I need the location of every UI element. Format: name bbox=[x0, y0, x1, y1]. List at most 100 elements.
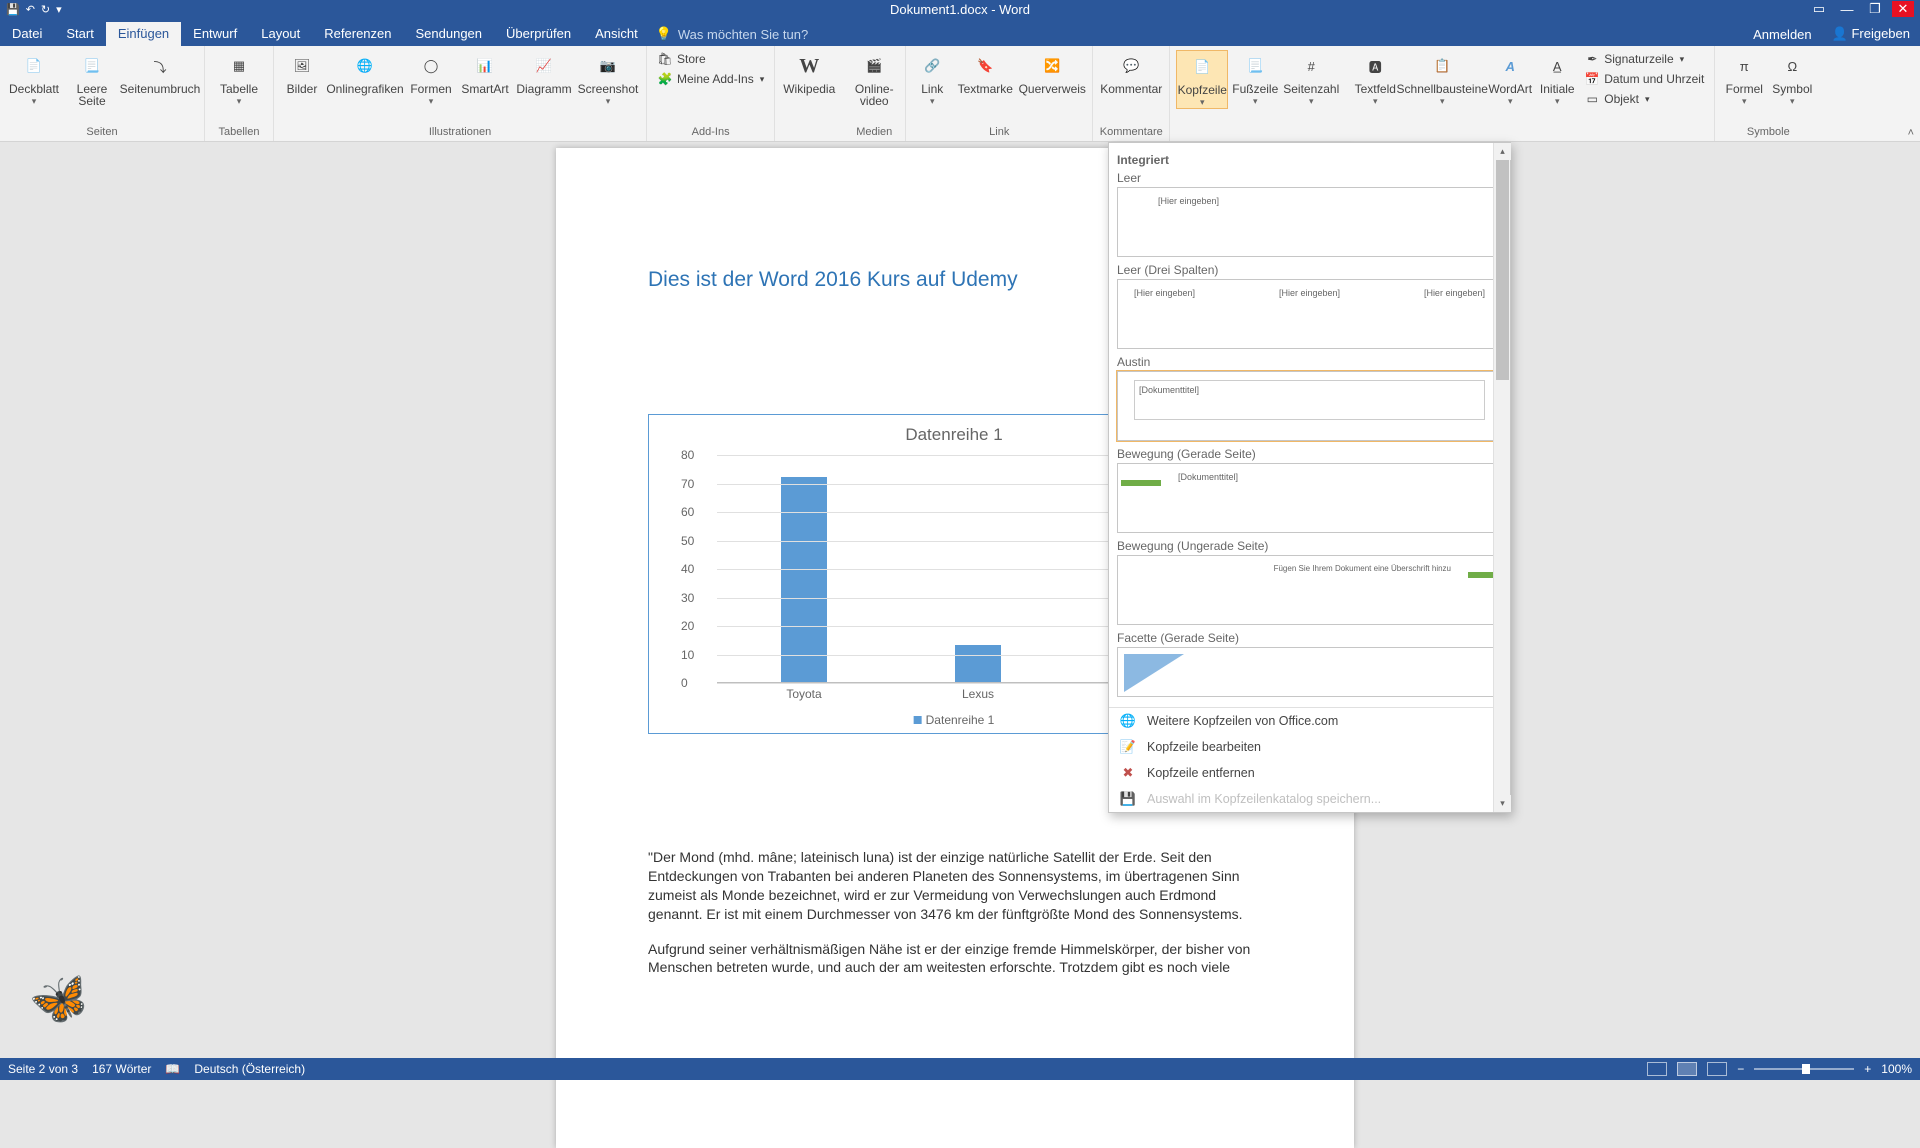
onlinegrafiken-button[interactable]: 🌐Onlinegrafiken bbox=[326, 50, 404, 95]
share-button[interactable]: 👤 Freigeben bbox=[1822, 22, 1920, 46]
bar-lexus[interactable] bbox=[955, 645, 1001, 682]
scroll-up-icon[interactable]: ▴ bbox=[1494, 143, 1511, 160]
office-icon: 🌐 bbox=[1119, 712, 1137, 730]
document-heading[interactable]: Dies ist der Word 2016 Kurs auf Udemy bbox=[648, 268, 1018, 292]
bar-toyota[interactable] bbox=[781, 477, 827, 682]
view-read-icon[interactable] bbox=[1647, 1062, 1667, 1076]
gallery-remove-header[interactable]: ✖Kopfzeile entfernen bbox=[1109, 760, 1510, 786]
signaturzeile-button[interactable]: ✒Signaturzeile▾ bbox=[1580, 50, 1708, 68]
tab-ueberpruefen[interactable]: Überprüfen bbox=[494, 22, 583, 46]
qat-customize-caret-icon[interactable]: ▾ bbox=[56, 3, 62, 16]
querverweis-button[interactable]: 🔀Querverweis bbox=[1018, 50, 1086, 95]
tell-me-search[interactable]: 💡Was möchten Sie tun? bbox=[650, 22, 815, 46]
gallery-item-leer[interactable]: [Hier eingeben] bbox=[1117, 187, 1502, 257]
paragraph-1[interactable]: "Der Mond (mhd. mâne; lateinisch luna) i… bbox=[648, 848, 1268, 924]
objekt-button[interactable]: ▭Objekt▾ bbox=[1580, 90, 1708, 108]
quickparts-icon: 📋 bbox=[1428, 52, 1456, 80]
gallery-item-bewegung-gerade[interactable]: [Dokumenttitel] bbox=[1117, 463, 1502, 533]
redo-icon[interactable]: ↻ bbox=[41, 3, 50, 16]
paragraph-2[interactable]: Aufgrund seiner verhältnismäßigen Nähe i… bbox=[648, 940, 1268, 978]
tab-datei[interactable]: Datei bbox=[0, 22, 54, 46]
tab-ansicht[interactable]: Ansicht bbox=[583, 22, 650, 46]
wikipedia-button[interactable]: WWikipedia bbox=[781, 50, 837, 95]
tab-entwurf[interactable]: Entwurf bbox=[181, 22, 249, 46]
fusszeile-button[interactable]: 📃Fußzeile▾ bbox=[1230, 50, 1280, 107]
maximize-icon[interactable]: ❐ bbox=[1864, 1, 1886, 17]
leere-seite-button[interactable]: 📃Leere Seite bbox=[64, 50, 120, 107]
screenshot-icon: 📷 bbox=[594, 52, 622, 80]
document-area: Dies ist der Word 2016 Kurs auf Udemy Da… bbox=[0, 142, 1920, 1058]
seitenzahl-button[interactable]: #Seitenzahl▾ bbox=[1282, 50, 1340, 107]
gallery-edit-header[interactable]: 📝Kopfzeile bearbeiten bbox=[1109, 734, 1510, 760]
store-button[interactable]: 🛍Store bbox=[653, 50, 768, 68]
seitenumbruch-button[interactable]: ⤵Seitenumbruch bbox=[122, 50, 198, 95]
datum-uhrzeit-button[interactable]: 📅Datum und Uhrzeit bbox=[1580, 70, 1708, 88]
smartart-button[interactable]: 📊SmartArt bbox=[458, 50, 512, 95]
meine-addins-button[interactable]: 🧩Meine Add-Ins▾ bbox=[653, 70, 768, 88]
status-proofing-icon[interactable]: 📖 bbox=[165, 1062, 180, 1076]
gallery-scrollbar[interactable]: ▴ ▾ bbox=[1493, 143, 1510, 812]
group-medien: 🎬Online-video Medien bbox=[843, 46, 906, 141]
screenshot-button[interactable]: 📷Screenshot▾ bbox=[576, 50, 640, 107]
scroll-down-icon[interactable]: ▾ bbox=[1494, 795, 1511, 812]
tab-start[interactable]: Start bbox=[54, 22, 105, 46]
header-gallery-dropdown: Integriert Leer [Hier eingeben] Leer (Dr… bbox=[1108, 142, 1511, 813]
formel-button[interactable]: πFormel▾ bbox=[1721, 50, 1767, 107]
blank-page-icon: 📃 bbox=[78, 52, 106, 80]
view-print-icon[interactable] bbox=[1677, 1062, 1697, 1076]
gallery-more-office[interactable]: 🌐Weitere Kopfzeilen von Office.com▸ bbox=[1109, 708, 1510, 734]
undo-icon[interactable]: ↶ bbox=[26, 3, 35, 16]
document-body-text[interactable]: "Der Mond (mhd. mâne; lateinisch luna) i… bbox=[648, 848, 1268, 993]
kommentar-button[interactable]: 💬Kommentar bbox=[1099, 50, 1163, 95]
tab-einfuegen[interactable]: Einfügen bbox=[106, 22, 181, 46]
collapse-ribbon-icon[interactable]: ˄ bbox=[1908, 127, 1914, 139]
tabelle-button[interactable]: ▦Tabelle▾ bbox=[211, 50, 267, 107]
ribbon-options-icon[interactable]: ▭ bbox=[1808, 1, 1830, 17]
formen-button[interactable]: ◯Formen▾ bbox=[406, 50, 456, 107]
tab-layout[interactable]: Layout bbox=[249, 22, 312, 46]
textbox-icon: 🅰 bbox=[1361, 52, 1389, 80]
bilder-button[interactable]: 🖼Bilder bbox=[280, 50, 324, 95]
scroll-thumb[interactable] bbox=[1496, 160, 1509, 380]
gallery-item-austin[interactable]: [Dokumenttitel] bbox=[1117, 371, 1502, 441]
bookmark-icon: 🔖 bbox=[971, 52, 999, 80]
deckblatt-button[interactable]: 📄Deckblatt▾ bbox=[6, 50, 62, 107]
pictures-icon: 🖼 bbox=[288, 52, 316, 80]
status-words[interactable]: 167 Wörter bbox=[92, 1062, 151, 1076]
link-button[interactable]: 🔗Link▾ bbox=[912, 50, 952, 107]
status-language[interactable]: Deutsch (Österreich) bbox=[194, 1062, 305, 1076]
textmarke-button[interactable]: 🔖Textmarke bbox=[954, 50, 1016, 95]
save-icon[interactable]: 💾 bbox=[6, 3, 20, 16]
comment-icon: 💬 bbox=[1117, 52, 1145, 80]
zoom-out-icon[interactable]: − bbox=[1737, 1062, 1744, 1076]
kopfzeile-button[interactable]: 📄Kopfzeile▾ bbox=[1176, 50, 1228, 109]
sign-in-button[interactable]: Anmelden bbox=[1743, 23, 1822, 46]
wordart-button[interactable]: AWordArt▾ bbox=[1486, 50, 1534, 107]
onlinevideo-button[interactable]: 🎬Online-video bbox=[849, 50, 899, 107]
store-icon: 🛍 bbox=[657, 51, 673, 67]
view-web-icon[interactable] bbox=[1707, 1062, 1727, 1076]
y-tick-label: 40 bbox=[681, 562, 694, 576]
schnellbausteine-button[interactable]: 📋Schnellbausteine▾ bbox=[1400, 50, 1484, 107]
gallery-label-bewegung-gerade: Bewegung (Gerade Seite) bbox=[1117, 447, 1502, 461]
zoom-level[interactable]: 100% bbox=[1881, 1062, 1912, 1076]
diagramm-button[interactable]: 📈Diagramm bbox=[514, 50, 574, 95]
footer-icon: 📃 bbox=[1241, 52, 1269, 80]
tab-sendungen[interactable]: Sendungen bbox=[404, 22, 495, 46]
gallery-item-bewegung-ungerade[interactable]: Fügen Sie Ihrem Dokument eine Überschrif… bbox=[1117, 555, 1502, 625]
gallery-item-facette[interactable] bbox=[1117, 647, 1502, 697]
zoom-slider[interactable] bbox=[1754, 1068, 1854, 1070]
minimize-icon[interactable]: — bbox=[1836, 2, 1858, 17]
textfeld-button[interactable]: 🅰Textfeld▾ bbox=[1352, 50, 1398, 107]
status-page[interactable]: Seite 2 von 3 bbox=[8, 1062, 78, 1076]
gallery-item-leer3[interactable]: [Hier eingeben][Hier eingeben][Hier eing… bbox=[1117, 279, 1502, 349]
tab-referenzen[interactable]: Referenzen bbox=[312, 22, 403, 46]
symbol-icon: Ω bbox=[1778, 52, 1806, 80]
close-icon[interactable]: ✕ bbox=[1892, 1, 1914, 17]
zoom-in-icon[interactable]: + bbox=[1864, 1062, 1871, 1076]
group-tabellen: ▦Tabelle▾ Tabellen bbox=[205, 46, 274, 141]
y-tick-label: 20 bbox=[681, 619, 694, 633]
group-seiten: 📄Deckblatt▾ 📃Leere Seite ⤵Seitenumbruch … bbox=[0, 46, 205, 141]
symbol-button[interactable]: ΩSymbol▾ bbox=[1769, 50, 1815, 107]
initiale-button[interactable]: A̲Initiale▾ bbox=[1536, 50, 1578, 107]
